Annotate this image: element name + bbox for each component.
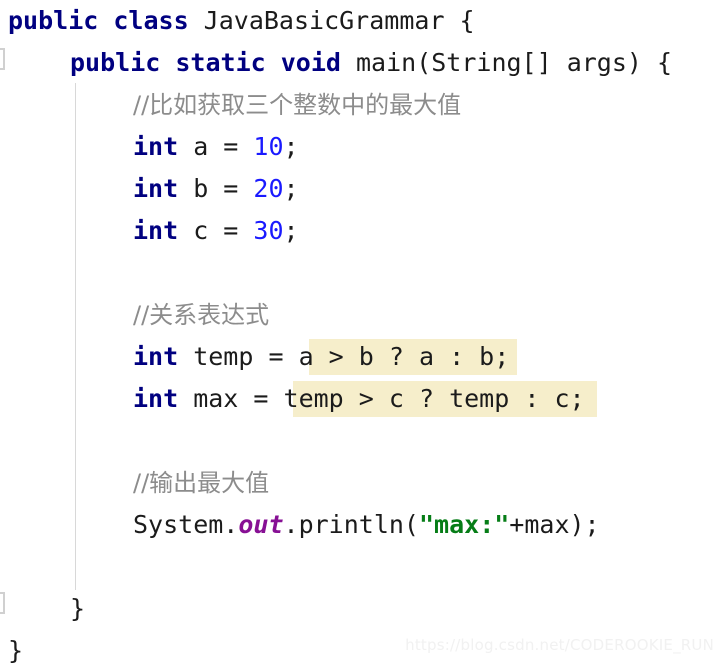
token-number: 10	[253, 132, 284, 161]
token-comment: //输出最大值	[133, 469, 270, 497]
line-int-a[interactable]: int a = 10;	[0, 126, 720, 168]
token-keyword: int	[133, 132, 179, 161]
line-main-decl-text: public static void main(String[] args) {	[70, 48, 672, 77]
line-comment-2-text: //关系表达式	[133, 300, 269, 329]
line-comment-2[interactable]: //关系表达式	[0, 294, 720, 336]
token-plain: .println(	[283, 510, 419, 539]
token-comment: //比如获取三个整数中的最大值	[133, 91, 462, 119]
token-keyword: int	[133, 216, 179, 245]
line-int-temp[interactable]: int temp = a > b ? a : b;	[0, 336, 720, 378]
line-comment-1[interactable]: //比如获取三个整数中的最大值	[0, 84, 720, 126]
line-int-temp-text: int temp = a > b ? a : b;	[133, 342, 509, 371]
line-int-c-text: int c = 30;	[133, 216, 299, 245]
token-plain: temp = a > b ? a : b;	[178, 342, 510, 371]
token-number: 30	[253, 216, 284, 245]
line-close-method[interactable]: }	[0, 588, 720, 630]
token-plain: main(String[] args) {	[355, 48, 673, 77]
token-keyword: int	[133, 384, 179, 413]
line-println[interactable]: System.out.println("max:"+max);	[0, 504, 720, 546]
line-comment-1-text: //比如获取三个整数中的最大值	[133, 90, 461, 119]
line-int-c[interactable]: int c = 30;	[0, 210, 720, 252]
token-plain: JavaBasicGrammar {	[203, 6, 475, 35]
code-editor[interactable]: public class JavaBasicGrammar { public st…	[0, 0, 720, 672]
line-blank-3[interactable]	[0, 546, 720, 588]
watermark-text: https://blog.csdn.net/CODEROOKIE_RUN	[405, 636, 714, 654]
line-class-decl-text: public class JavaBasicGrammar {	[8, 6, 475, 35]
token-plain: +max);	[509, 510, 600, 539]
line-blank-2[interactable]	[0, 420, 720, 462]
line-comment-3-text: //输出最大值	[133, 468, 269, 497]
token-plain: c =	[178, 216, 254, 245]
token-comment: //关系表达式	[133, 301, 270, 329]
token-plain: }	[8, 636, 24, 665]
token-keyword: public static void	[70, 48, 356, 77]
token-keyword: int	[133, 174, 179, 203]
token-keyword: int	[133, 342, 179, 371]
line-comment-3[interactable]: //输出最大值	[0, 462, 720, 504]
token-string: "max:"	[418, 510, 510, 539]
token-plain: ;	[283, 174, 299, 203]
token-plain: ;	[283, 132, 299, 161]
line-int-b[interactable]: int b = 20;	[0, 168, 720, 210]
line-main-decl[interactable]: public static void main(String[] args) {	[0, 42, 720, 84]
line-int-a-text: int a = 10;	[133, 132, 299, 161]
line-println-text: System.out.println("max:"+max);	[133, 510, 600, 539]
token-number: 20	[253, 174, 284, 203]
token-plain: max = temp > c ? temp : c;	[178, 384, 585, 413]
token-plain: }	[70, 594, 86, 623]
token-plain: ;	[283, 216, 299, 245]
token-plain: a =	[178, 132, 254, 161]
token-plain: System.	[133, 510, 239, 539]
line-int-max-text: int max = temp > c ? temp : c;	[133, 384, 585, 413]
line-int-b-text: int b = 20;	[133, 174, 299, 203]
line-int-max[interactable]: int max = temp > c ? temp : c;	[0, 378, 720, 420]
line-close-method-text: }	[70, 594, 85, 623]
token-field: out	[238, 510, 284, 539]
line-close-class-text: }	[8, 636, 23, 665]
token-keyword: public class	[8, 6, 204, 35]
token-plain: b =	[178, 174, 254, 203]
line-class-decl[interactable]: public class JavaBasicGrammar {	[0, 0, 720, 42]
line-blank-1[interactable]	[0, 252, 720, 294]
